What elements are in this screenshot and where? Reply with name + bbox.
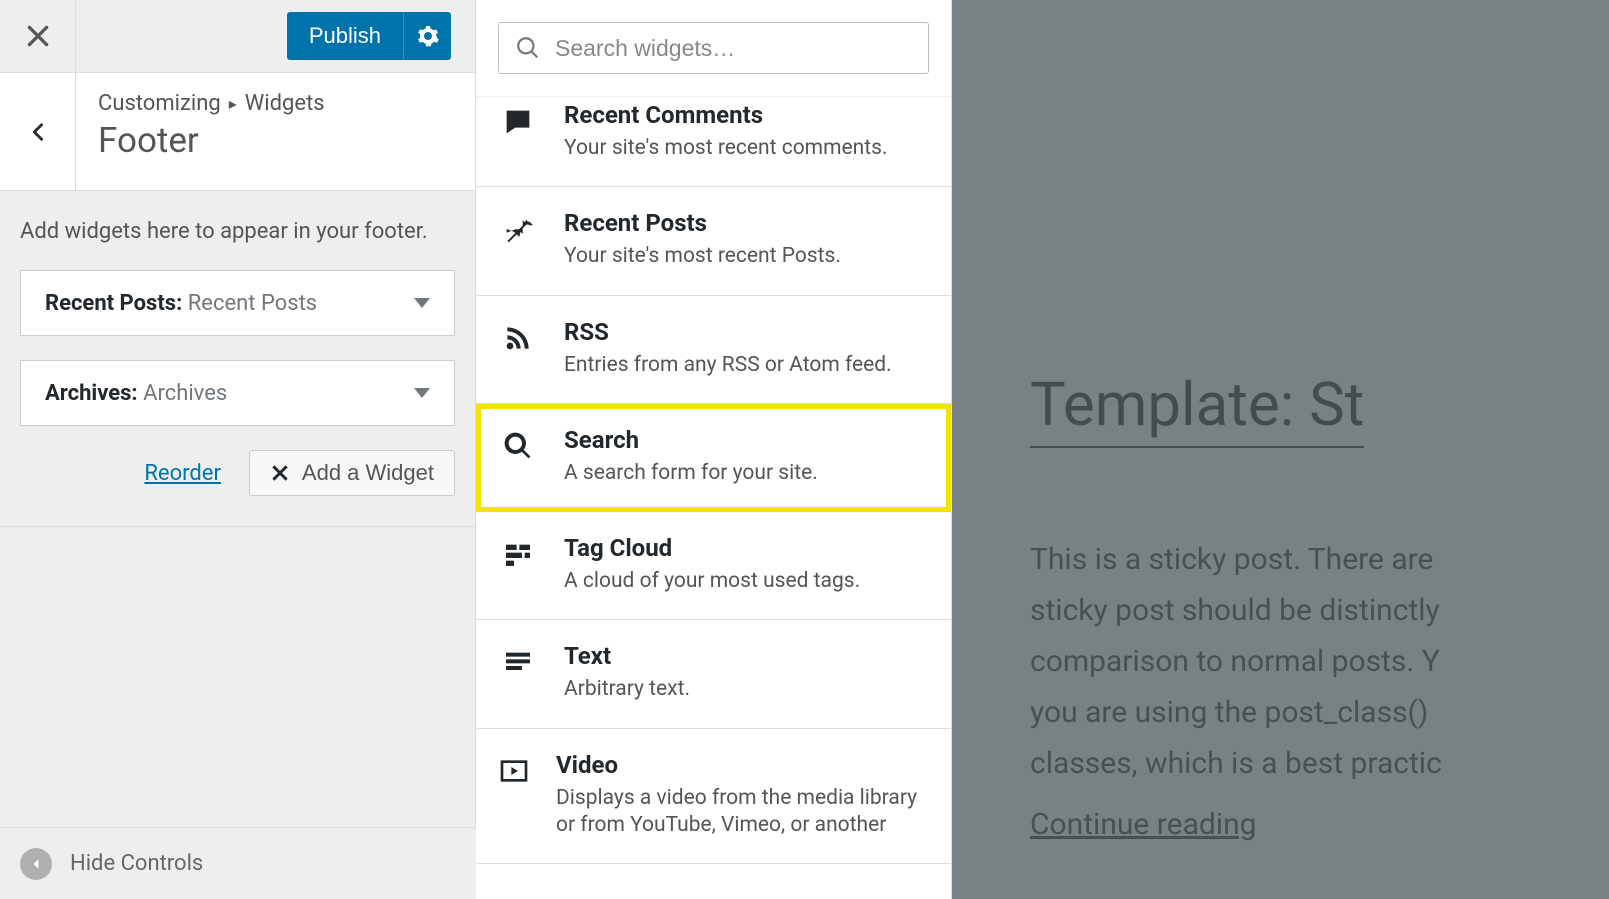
text-icon — [498, 642, 538, 703]
video-icon — [498, 751, 530, 840]
rss-icon — [498, 318, 538, 379]
available-widget-search[interactable]: Search A search form for your site. — [476, 404, 951, 512]
available-widget-rss[interactable]: RSS Entries from any RSS or Atom feed. — [476, 296, 951, 404]
add-widget-button[interactable]: Add a Widget — [249, 450, 455, 496]
breadcrumb: Customizing ▸ Widgets — [98, 91, 325, 116]
publish-button[interactable]: Publish — [287, 12, 403, 60]
panel-title: Footer — [98, 120, 325, 161]
continue-reading-link[interactable]: Continue reading — [1030, 799, 1257, 850]
chevron-left-icon — [27, 117, 49, 147]
widget-title: RSS — [564, 318, 892, 346]
widget-search-box[interactable] — [498, 22, 929, 74]
hide-controls-button[interactable]: Hide Controls — [0, 827, 476, 899]
reorder-link[interactable]: Reorder — [144, 461, 221, 486]
widget-title: Text — [564, 642, 690, 670]
search-icon — [515, 35, 541, 61]
publish-settings-button[interactable] — [403, 12, 451, 60]
widget-title: Search — [564, 426, 818, 454]
widget-description: Your site's most recent comments. — [564, 135, 887, 162]
widget-item-recent-posts[interactable]: Recent Posts: Recent Posts — [20, 270, 455, 336]
available-widget-recent-comments[interactable]: Recent Comments Your site's most recent c… — [476, 97, 951, 187]
widget-title: Video — [556, 751, 929, 779]
widget-description: A search form for your site. — [564, 460, 818, 487]
tagcloud-icon — [498, 534, 538, 595]
breadcrumb-section: Widgets — [245, 91, 325, 116]
widget-item-label: Archives: Archives — [45, 381, 227, 406]
widget-item-archives[interactable]: Archives: Archives — [20, 360, 455, 426]
close-icon — [25, 23, 51, 49]
widget-title: Tag Cloud — [564, 534, 860, 562]
breadcrumb-root: Customizing — [98, 91, 221, 116]
widget-description: Your site's most recent Posts. — [564, 243, 841, 270]
chevron-down-icon — [414, 388, 430, 398]
gear-icon — [416, 24, 440, 48]
sidebar-top-bar: Publish — [0, 0, 475, 73]
widget-description: Displays a video from the media library … — [556, 785, 929, 840]
collapse-icon — [20, 848, 52, 880]
chevron-down-icon — [414, 298, 430, 308]
post-title: Template: St — [1030, 369, 1364, 448]
comment-icon — [498, 101, 538, 162]
chevron-right-icon: ▸ — [229, 94, 237, 113]
available-widget-tag-cloud[interactable]: Tag Cloud A cloud of your most used tags. — [476, 512, 951, 620]
widget-title: Recent Comments — [564, 101, 887, 129]
preview-pane: TEST Just Another Template: St This is a… — [952, 0, 1609, 899]
pin-icon — [498, 209, 538, 270]
widget-description: Arbitrary text. — [564, 676, 690, 703]
available-widget-video[interactable]: Video Displays a video from the media lib… — [476, 729, 951, 865]
available-widget-recent-posts[interactable]: Recent Posts Your site's most recent Post… — [476, 187, 951, 295]
search-icon — [498, 426, 538, 487]
hide-controls-label: Hide Controls — [70, 851, 203, 876]
back-button[interactable] — [0, 73, 76, 190]
widget-search-input[interactable] — [555, 35, 912, 62]
available-widget-text[interactable]: Text Arbitrary text. — [476, 620, 951, 728]
close-icon — [270, 463, 290, 483]
panel-body: Add widgets here to appear in your foote… — [0, 191, 475, 527]
add-widget-label: Add a Widget — [302, 460, 434, 486]
widget-item-label: Recent Posts: Recent Posts — [45, 291, 317, 316]
customizer-sidebar: Publish Customizing ▸ Widgets Footer Add… — [0, 0, 476, 899]
post-body: This is a sticky post. There aresticky p… — [1030, 534, 1609, 850]
panel-header: Customizing ▸ Widgets Footer — [0, 73, 475, 191]
widget-picker-panel: Recent Comments Your site's most recent c… — [476, 0, 952, 899]
close-button[interactable] — [0, 0, 76, 72]
widget-title: Recent Posts — [564, 209, 841, 237]
panel-description: Add widgets here to appear in your foote… — [20, 219, 455, 244]
widget-description: A cloud of your most used tags. — [564, 568, 860, 595]
widget-description: Entries from any RSS or Atom feed. — [564, 352, 892, 379]
